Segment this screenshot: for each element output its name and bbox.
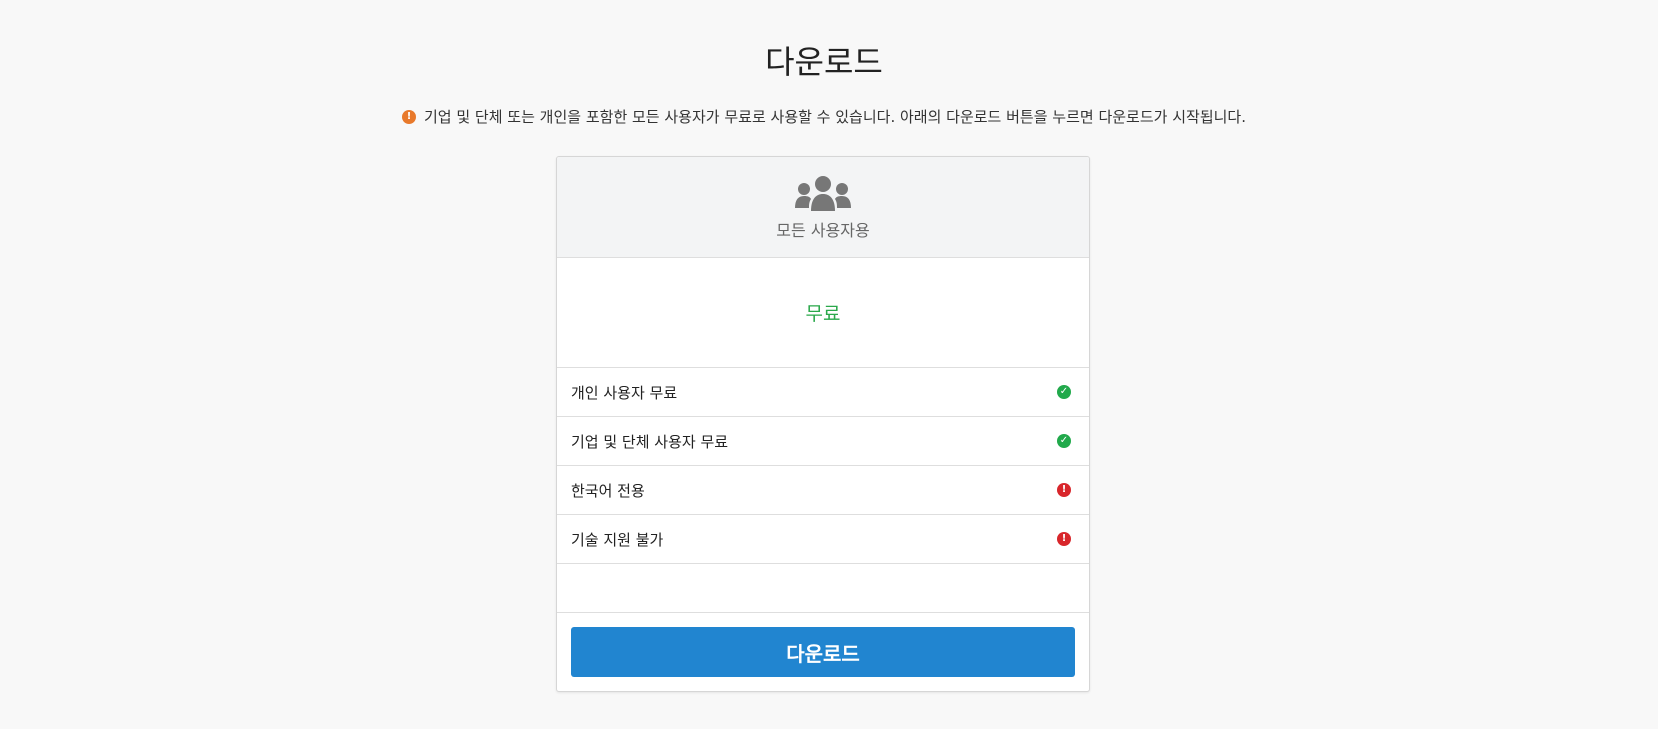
exclamation-circle-icon: !: [402, 110, 416, 124]
download-card: 모든 사용자용 무료 개인 사용자 무료 ✓ 기업 및 단체 사용자 무료 ✓ …: [556, 156, 1090, 692]
exclamation-circle-icon: !: [1057, 483, 1071, 497]
feature-label: 개인 사용자 무료: [571, 383, 678, 402]
feature-label: 기술 지원 불가: [571, 530, 664, 549]
price-row: 무료: [557, 258, 1089, 368]
page-title: 다운로드: [765, 43, 883, 81]
check-circle-icon: ✓: [1057, 385, 1071, 399]
feature-row: 개인 사용자 무료 ✓: [557, 368, 1089, 417]
empty-row: [557, 564, 1089, 613]
notice-text: 기업 및 단체 또는 개인을 포함한 모든 사용자가 무료로 사용할 수 있습니…: [424, 108, 1246, 126]
download-button[interactable]: 다운로드: [571, 627, 1075, 677]
check-circle-icon: ✓: [1057, 434, 1071, 448]
feature-row: 기업 및 단체 사용자 무료 ✓: [557, 417, 1089, 466]
users-icon: [795, 176, 851, 211]
feature-label: 기업 및 단체 사용자 무료: [571, 432, 729, 451]
notice-message: ! 기업 및 단체 또는 개인을 포함한 모든 사용자가 무료로 사용할 수 있…: [0, 106, 1648, 128]
exclamation-circle-icon: !: [1057, 532, 1071, 546]
feature-label: 한국어 전용: [571, 481, 645, 500]
feature-row: 기술 지원 불가 !: [557, 515, 1089, 564]
price-label: 무료: [805, 303, 841, 325]
feature-row: 한국어 전용 !: [557, 466, 1089, 515]
button-row: 다운로드: [557, 613, 1089, 691]
card-header: 모든 사용자용: [557, 157, 1089, 258]
card-header-label: 모든 사용자용: [776, 221, 870, 240]
